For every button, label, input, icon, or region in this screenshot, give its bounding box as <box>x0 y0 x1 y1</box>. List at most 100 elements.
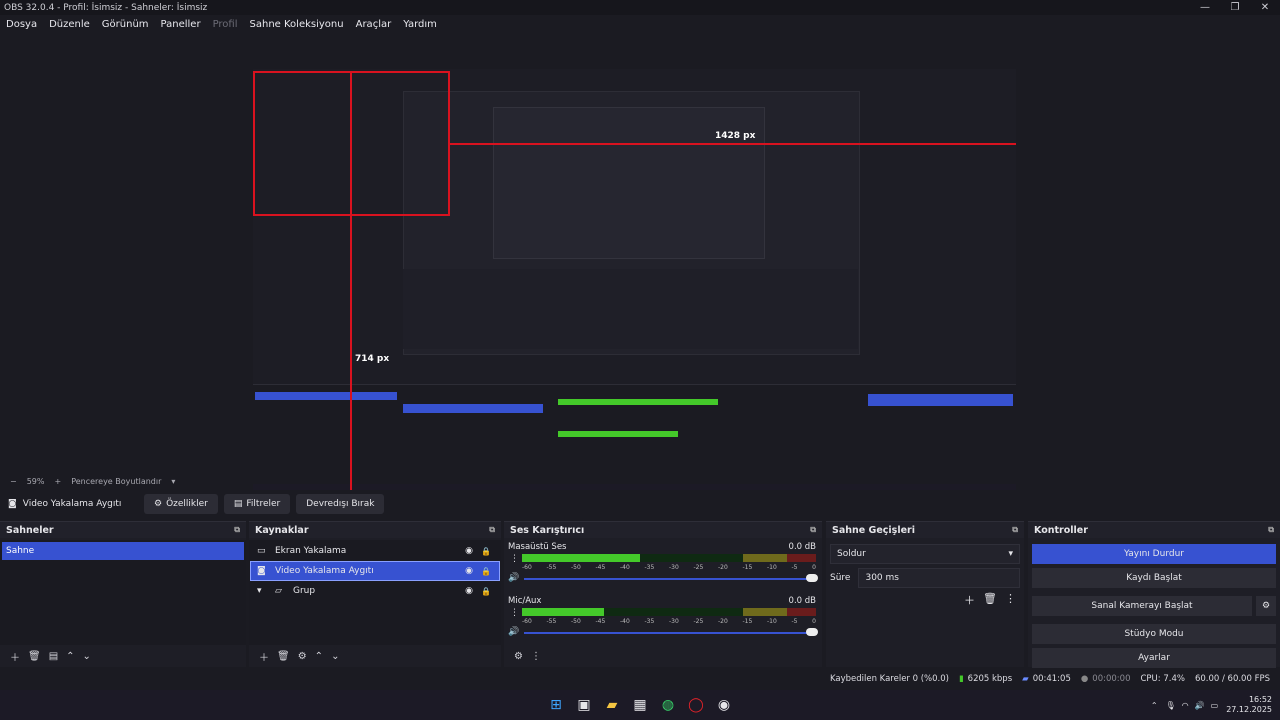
add-icon[interactable]: ＋ <box>964 592 975 608</box>
volume-meter <box>522 554 816 562</box>
zoom-out-button[interactable]: − <box>10 477 17 486</box>
stop-stream-button[interactable]: Yayını Durdur <box>1032 544 1276 564</box>
close-button[interactable]: ✕ <box>1250 0 1280 15</box>
window-title: OBS 32.0.4 - Profil: İsimsiz - Sahneler:… <box>4 2 208 13</box>
speaker-icon[interactable]: 🔊 <box>508 627 519 637</box>
meter-yellow-zone <box>742 608 787 616</box>
controls-title: Kontroller <box>1034 524 1088 536</box>
popout-icon[interactable]: ⧉ <box>234 525 240 535</box>
menu-profil[interactable]: Profil <box>213 19 238 30</box>
duration-input[interactable]: 300 ms <box>858 568 1020 588</box>
chevron-up-icon[interactable]: ⌃ <box>1151 701 1158 710</box>
tick: 0 <box>812 564 816 571</box>
tick: 0 <box>812 618 816 625</box>
menu-duzenle[interactable]: Düzenle <box>49 19 90 30</box>
volume-slider-handle[interactable] <box>806 628 818 636</box>
volume-slider-handle[interactable] <box>806 574 818 582</box>
move-down-icon[interactable]: ⌄ <box>83 651 91 662</box>
filter-icon[interactable]: ▤ <box>49 651 58 662</box>
tick: -10 <box>767 564 777 571</box>
source-item-screen-capture[interactable]: ▭ Ekran Yakalama ◉ 🔒 <box>251 542 499 560</box>
lock-icon[interactable]: 🔒 <box>481 587 491 596</box>
microphone-icon[interactable]: 🎙 <box>1166 701 1176 710</box>
menu-paneller[interactable]: Paneller <box>161 19 201 30</box>
move-up-icon[interactable]: ⌃ <box>66 651 74 662</box>
add-icon[interactable]: ＋ <box>10 649 20 664</box>
lock-icon[interactable]: 🔒 <box>481 567 491 576</box>
opera-icon[interactable]: ◯ <box>684 693 708 717</box>
menu-yardim[interactable]: Yardım <box>403 19 437 30</box>
popout-icon[interactable]: ⧉ <box>1012 525 1018 535</box>
whatsapp-icon[interactable]: ◍ <box>656 693 680 717</box>
more-icon[interactable]: ⋮ <box>510 608 519 618</box>
start-recording-button[interactable]: Kaydı Başlat <box>1032 568 1276 588</box>
preview-area[interactable]: 1428 px 714 px <box>0 32 1280 502</box>
chevron-down-icon[interactable]: ▾ <box>171 477 175 486</box>
properties-label: Özellikler <box>166 499 208 509</box>
filters-button[interactable]: ▤ Filtreler <box>223 494 291 514</box>
add-icon[interactable]: ＋ <box>259 649 269 664</box>
transition-select[interactable]: Soldur ▾ <box>830 544 1020 564</box>
volume-slider[interactable] <box>524 632 816 634</box>
sources-list: ▭ Ekran Yakalama ◉ 🔒 ◙ Video Yakalama Ay… <box>249 540 501 645</box>
transitions-dock: Sahne Geçişleri ⧉ Soldur ▾ Süre 300 ms ＋… <box>826 521 1024 667</box>
eye-icon[interactable]: ◉ <box>465 546 473 556</box>
trash-icon[interactable]: 🗑 <box>277 651 290 662</box>
source-item-group[interactable]: ▾ ▱ Grup ◉ 🔒 <box>251 582 499 600</box>
trash-icon[interactable]: 🗑 <box>28 651 41 662</box>
studio-mode-button[interactable]: Stüdyo Modu <box>1032 624 1276 644</box>
lock-icon[interactable]: 🔒 <box>481 547 491 556</box>
tick: -60 <box>522 618 532 625</box>
tick: -45 <box>595 564 606 571</box>
menu-gorunum[interactable]: Görünüm <box>102 19 149 30</box>
preview-canvas[interactable]: 1428 px 714 px <box>253 69 1016 502</box>
more-icon[interactable]: ⋮ <box>1005 592 1016 608</box>
battery-icon[interactable]: ▭ <box>1211 701 1219 710</box>
gear-icon[interactable]: ⚙ <box>1256 596 1276 616</box>
eye-icon[interactable]: ◉ <box>465 586 473 596</box>
menu-araclar[interactable]: Araçlar <box>356 19 392 30</box>
obs-icon[interactable]: ◉ <box>712 693 736 717</box>
chevron-down-icon[interactable]: ▾ <box>257 586 271 596</box>
more-icon[interactable]: ⋮ <box>510 554 519 564</box>
scene-item[interactable]: Sahne <box>2 542 244 560</box>
move-down-icon[interactable]: ⌄ <box>331 651 339 662</box>
more-icon[interactable]: ⋮ <box>531 651 541 662</box>
nested-scene-highlight <box>255 392 397 400</box>
store-icon[interactable]: ▦ <box>628 693 652 717</box>
mixer-channel-mic: Mic/Aux 0.0 dB ⋮ -60 -55 -50 -45 -40 -35… <box>504 594 822 648</box>
move-up-icon[interactable]: ⌃ <box>315 651 323 662</box>
maximize-button[interactable]: ❐ <box>1220 0 1250 15</box>
fit-to-window-button[interactable]: Pencereye Boyutlandır <box>71 477 161 486</box>
start-virtual-camera-button[interactable]: Sanal Kamerayı Başlat <box>1032 596 1252 616</box>
height-measure-label: 714 px <box>355 354 390 364</box>
menu-sahne-koleksiyonu[interactable]: Sahne Koleksiyonu <box>250 19 344 30</box>
selected-source-name: Video Yakalama Aygıtı <box>22 499 122 509</box>
eye-icon[interactable]: ◉ <box>465 566 473 576</box>
windows-start-icon[interactable]: ⊞ <box>544 693 568 717</box>
properties-button[interactable]: ⚙ Özellikler <box>144 494 218 514</box>
transition-selected: Soldur <box>837 549 866 559</box>
camera-icon: ◙ <box>257 566 266 576</box>
trash-icon[interactable]: 🗑 <box>983 592 997 608</box>
volume-slider[interactable] <box>524 578 816 580</box>
controls-header: Kontroller ⧉ <box>1028 522 1280 538</box>
popout-icon[interactable]: ⧉ <box>489 525 495 535</box>
file-explorer-icon[interactable]: ▰ <box>600 693 624 717</box>
clock[interactable]: 16:52 27.12.2025 <box>1226 695 1272 715</box>
deactivate-button[interactable]: Devredışı Bırak <box>296 494 385 514</box>
minimize-button[interactable]: — <box>1190 0 1220 15</box>
popout-icon[interactable]: ⧉ <box>810 525 816 535</box>
speaker-icon[interactable]: 🔊 <box>508 573 519 583</box>
source-item-video-capture[interactable]: ◙ Video Yakalama Aygıtı ◉ 🔒 <box>250 561 500 581</box>
wifi-icon[interactable]: ◠ <box>1182 701 1189 710</box>
settings-button[interactable]: Ayarlar <box>1032 648 1276 668</box>
task-view-icon[interactable]: ▣ <box>572 693 596 717</box>
speaker-icon[interactable]: 🔊 <box>1195 701 1205 710</box>
mixer-footer: ⚙ ⋮ <box>504 645 822 667</box>
menu-dosya[interactable]: Dosya <box>6 19 37 30</box>
popout-icon[interactable]: ⧉ <box>1268 525 1274 535</box>
zoom-in-button[interactable]: + <box>54 477 61 486</box>
gear-icon[interactable]: ⚙ <box>514 651 523 662</box>
gear-icon[interactable]: ⚙ <box>298 651 307 662</box>
